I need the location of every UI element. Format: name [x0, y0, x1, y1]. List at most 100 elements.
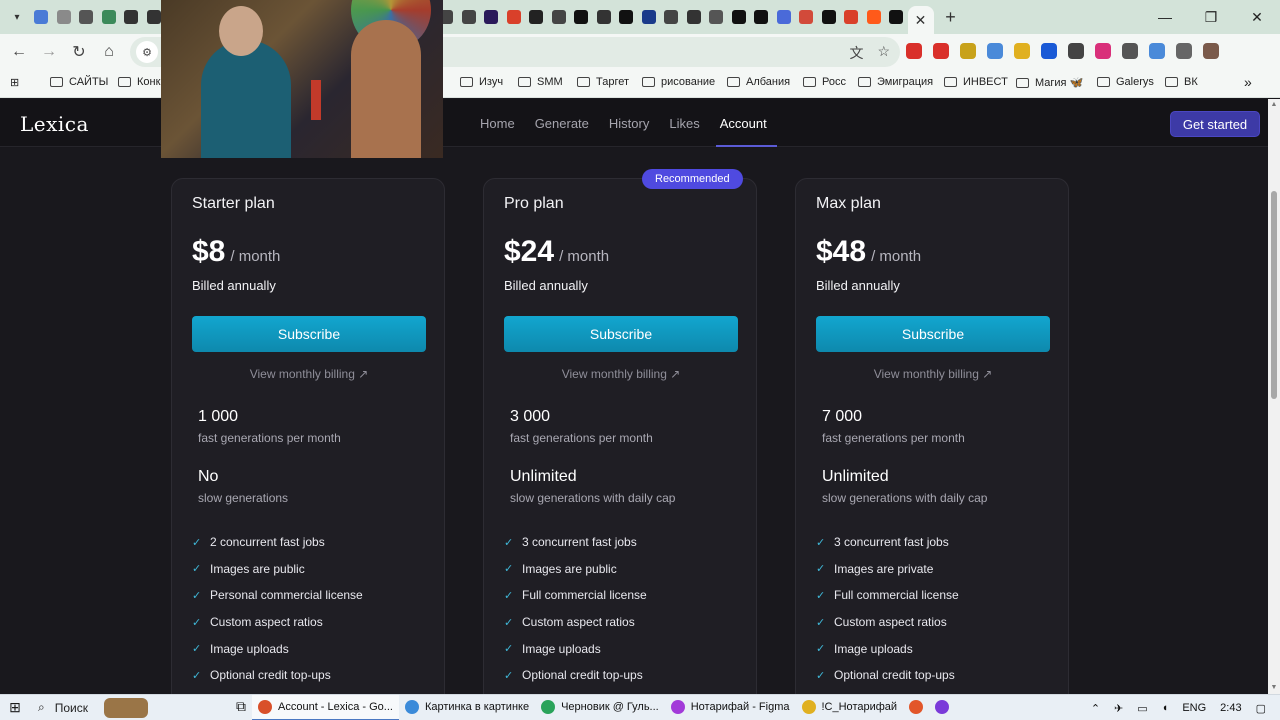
tab-favicon[interactable] — [503, 0, 526, 34]
tab-favicon[interactable] — [660, 0, 683, 34]
nav-history[interactable]: History — [599, 99, 659, 147]
tab-favicon[interactable] — [795, 0, 818, 34]
nav-account[interactable]: Account — [710, 99, 777, 147]
tab-favicon[interactable] — [593, 0, 616, 34]
taskbar-app[interactable]: Черновик @ Гуль... — [535, 695, 665, 720]
notifications-icon[interactable]: ▢ — [1256, 702, 1266, 715]
telegram-icon[interactable]: ✈ — [1114, 702, 1123, 715]
tab-favicon[interactable] — [750, 0, 773, 34]
tray-chevron-icon[interactable]: ⌃ — [1091, 702, 1100, 715]
tab-favicon[interactable] — [75, 0, 98, 34]
extension-icon[interactable] — [1122, 43, 1138, 59]
apps-grid-icon[interactable]: ⊞ — [10, 76, 19, 89]
taskbar-app[interactable]: Account - Lexica - Go... — [252, 694, 399, 720]
scrollbar-thumb[interactable] — [1271, 191, 1277, 399]
reload-icon[interactable]: ↻ — [64, 37, 94, 67]
bookmark-folder[interactable]: Албания — [727, 76, 790, 88]
taskbar-app[interactable]: !C_Нотарифай — [796, 695, 904, 720]
tab-favicon[interactable] — [480, 0, 503, 34]
bookmark-folder[interactable]: Конк — [118, 76, 160, 88]
tab-favicon[interactable] — [773, 0, 796, 34]
forward-arrow-icon[interactable]: → — [34, 37, 64, 67]
extension-icon[interactable] — [1149, 43, 1165, 59]
tab-favicon[interactable] — [98, 0, 121, 34]
taskbar-app[interactable]: Нотарифай - Figma — [665, 695, 796, 720]
bookmark-star-icon[interactable]: ☆ — [877, 43, 890, 63]
clock[interactable]: 2:43 — [1220, 702, 1241, 714]
bookmark-folder[interactable]: Магия 🦋 — [1016, 76, 1083, 89]
view-monthly-billing-link[interactable]: View monthly billing ↗ — [172, 367, 446, 381]
extension-icon[interactable] — [1068, 43, 1084, 59]
extension-icon[interactable] — [1014, 43, 1030, 59]
tab-favicon[interactable] — [120, 0, 143, 34]
extension-icon[interactable] — [906, 43, 922, 59]
extension-icon[interactable] — [933, 43, 949, 59]
subscribe-button[interactable]: Subscribe — [192, 316, 426, 352]
tab-favicon[interactable] — [728, 0, 751, 34]
site-settings-icon[interactable]: ⚙ — [136, 41, 158, 63]
nav-generate[interactable]: Generate — [525, 99, 599, 147]
active-tab-close-icon[interactable]: ✕ — [907, 6, 934, 34]
minimize-button[interactable]: — — [1142, 0, 1188, 34]
tab-favicon[interactable] — [683, 0, 706, 34]
task-view-icon[interactable]: ⧉ — [230, 695, 252, 720]
tab-favicon[interactable] — [818, 0, 841, 34]
taskbar-firefox-icon[interactable] — [903, 695, 929, 720]
subscribe-button[interactable]: Subscribe — [816, 316, 1050, 352]
tab-favicon[interactable] — [615, 0, 638, 34]
taskbar-search[interactable]: ⌕ Поиск — [30, 695, 230, 720]
bookmark-folder[interactable]: ВК — [1165, 76, 1198, 88]
new-tab-button[interactable]: + — [938, 4, 964, 30]
extension-icon[interactable] — [1203, 43, 1219, 59]
tab-favicon[interactable] — [863, 0, 886, 34]
language-indicator[interactable]: ENG — [1182, 702, 1206, 714]
subscribe-button[interactable]: Subscribe — [504, 316, 738, 352]
tab-favicon[interactable] — [570, 0, 593, 34]
home-icon[interactable]: ⌂ — [94, 37, 124, 67]
view-monthly-billing-link[interactable]: View monthly billing ↗ — [484, 367, 758, 381]
tab-favicon[interactable] — [458, 0, 481, 34]
site-logo[interactable]: Lexica — [20, 112, 89, 136]
bookmark-folder[interactable]: рисование — [642, 76, 715, 88]
network-icon[interactable]: ▭ — [1137, 702, 1147, 715]
bookmark-folder[interactable]: Таргет — [577, 76, 629, 88]
scroll-up-icon[interactable]: ▲ — [1270, 101, 1278, 109]
view-monthly-billing-link[interactable]: View monthly billing ↗ — [796, 367, 1070, 381]
scroll-down-icon[interactable]: ▼ — [1270, 684, 1278, 692]
extension-icon[interactable] — [1176, 43, 1192, 59]
volume-icon[interactable]: ◖ — [1162, 702, 1169, 714]
tab-favicon[interactable] — [53, 0, 76, 34]
tab-search-chevron-icon[interactable]: ▾ — [6, 6, 28, 28]
bookmark-folder[interactable]: SMM — [518, 76, 563, 88]
bookmark-folder[interactable]: Эмиграция — [858, 76, 933, 88]
tab-favicon[interactable] — [705, 0, 728, 34]
back-arrow-icon[interactable]: ← — [4, 37, 34, 67]
extension-icon[interactable] — [1095, 43, 1111, 59]
nav-likes[interactable]: Likes — [659, 99, 709, 147]
close-window-button[interactable]: ✕ — [1234, 0, 1280, 34]
bookmark-folder[interactable]: Изуч — [460, 76, 503, 88]
windows-start-icon[interactable]: ⊞ — [0, 695, 30, 720]
nav-home[interactable]: Home — [470, 99, 525, 147]
bookmark-folder[interactable]: Росс — [803, 76, 846, 88]
more-bookmarks-icon[interactable]: » — [1244, 74, 1252, 90]
tab-favicon[interactable] — [638, 0, 661, 34]
extension-icon[interactable] — [987, 43, 1003, 59]
page-scrollbar[interactable]: ▲ ▼ — [1268, 99, 1280, 694]
extension-icon[interactable] — [960, 43, 976, 59]
tab-favicon[interactable] — [525, 0, 548, 34]
taskbar-app[interactable]: Картинка в картинке — [399, 695, 535, 720]
get-started-button[interactable]: Get started — [1170, 111, 1260, 137]
picture-in-picture-video[interactable] — [161, 0, 443, 158]
bookmark-folder[interactable]: САЙТЫ — [50, 76, 108, 88]
extension-icon[interactable] — [1041, 43, 1057, 59]
bookmark-folder[interactable]: ИНВЕСТ — [944, 76, 1008, 88]
tab-favicon[interactable] — [30, 0, 53, 34]
restore-button[interactable]: ❐ — [1188, 0, 1234, 34]
tab-favicon[interactable] — [840, 0, 863, 34]
taskbar-tor-icon[interactable] — [929, 695, 955, 720]
tab-favicon[interactable] — [548, 0, 571, 34]
translate-icon[interactable]: 文 — [849, 43, 863, 63]
tab-favicon[interactable] — [885, 0, 908, 34]
bookmark-folder[interactable]: Galerys — [1097, 76, 1154, 88]
